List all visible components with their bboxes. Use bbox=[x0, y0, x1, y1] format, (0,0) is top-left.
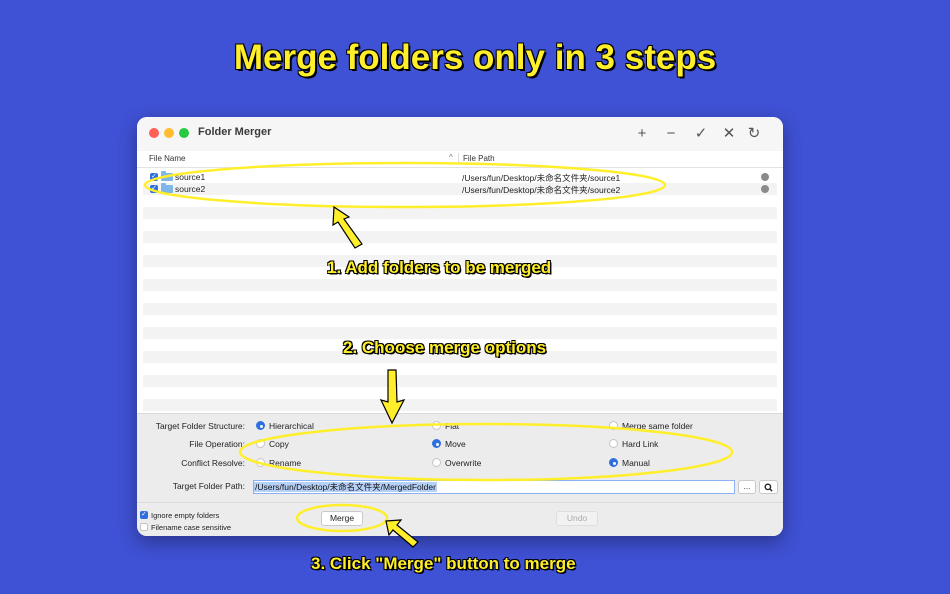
checkbox-icon bbox=[140, 510, 148, 519]
column-file-path[interactable]: File Path bbox=[463, 154, 495, 163]
radio-unselected-icon bbox=[609, 439, 618, 448]
merge-button[interactable]: Merge bbox=[321, 511, 363, 526]
table-header: File Name ^ File Path bbox=[137, 151, 783, 168]
reveal-in-finder-icon[interactable] bbox=[761, 185, 769, 193]
checkbox-icon bbox=[140, 523, 148, 531]
radio-unselected-icon bbox=[256, 439, 265, 448]
row-file-path: /Users/fun/Desktop/未命名文件夹/source2 bbox=[462, 185, 621, 195]
radio-selected-icon bbox=[432, 439, 441, 448]
footer-bar: Ignore empty folders Filename case sensi… bbox=[137, 502, 783, 536]
empty-row bbox=[143, 279, 777, 291]
empty-row bbox=[143, 207, 777, 219]
headline: Merge folders only in 3 steps bbox=[233, 38, 717, 77]
clear-icon[interactable]: ✕ bbox=[718, 123, 740, 145]
radio-selected-icon bbox=[609, 458, 618, 467]
radio-selected-icon bbox=[256, 421, 265, 430]
radio-unselected-icon bbox=[432, 421, 441, 430]
reveal-in-finder-icon[interactable] bbox=[761, 173, 769, 181]
add-icon[interactable]: + bbox=[631, 123, 653, 145]
column-file-name[interactable]: File Name bbox=[149, 154, 185, 163]
target-path-label: Target Folder Path: bbox=[172, 481, 245, 491]
zoom-window-button[interactable] bbox=[179, 128, 189, 138]
folder-icon bbox=[161, 171, 173, 181]
empty-row bbox=[143, 399, 777, 411]
empty-row bbox=[143, 375, 777, 387]
conflict-label: Conflict Resolve: bbox=[181, 458, 245, 468]
row-file-name: source2 bbox=[175, 184, 206, 194]
folder-icon bbox=[161, 183, 173, 193]
refresh-icon[interactable]: ↻ bbox=[743, 123, 765, 145]
browse-button[interactable]: ... bbox=[738, 480, 756, 494]
app-window: Folder Merger + − ✓ ✕ ↻ File Name ^ File… bbox=[137, 117, 783, 536]
radio-unselected-icon bbox=[432, 458, 441, 467]
callout-step3: 3. Click "Merge" button to merge bbox=[311, 554, 576, 573]
operation-label: File Operation: bbox=[189, 439, 245, 449]
table-row[interactable]: ✓ source2 /Users/fun/Desktop/未命名文件夹/sour… bbox=[143, 183, 777, 195]
search-icon bbox=[764, 483, 773, 492]
sort-indicator-icon: ^ bbox=[449, 153, 453, 162]
target-path-value: /Users/fun/Desktop/未命名文件夹/MergedFolder bbox=[254, 482, 437, 492]
row-file-name: source1 bbox=[175, 172, 206, 182]
target-path-field[interactable]: /Users/fun/Desktop/未命名文件夹/MergedFolder bbox=[253, 480, 735, 494]
reveal-target-button[interactable] bbox=[759, 480, 778, 494]
undo-button[interactable]: Undo bbox=[556, 511, 598, 526]
remove-icon[interactable]: − bbox=[660, 123, 682, 145]
callout-step2: 2. Choose merge options bbox=[343, 338, 547, 357]
folder-list[interactable]: ✓ source1 /Users/fun/Desktop/未命名文件夹/sour… bbox=[143, 169, 777, 413]
check-icon[interactable]: ✓ bbox=[690, 123, 712, 145]
title-bar: Folder Merger + − ✓ ✕ ↻ bbox=[137, 117, 783, 152]
callout-step1: 1. Add folders to be merged bbox=[327, 258, 552, 277]
empty-row bbox=[143, 231, 777, 243]
merge-options-panel: Target Folder Structure: Hierarchical Fl… bbox=[137, 413, 783, 503]
row-checkbox[interactable]: ✓ bbox=[150, 185, 158, 193]
radio-unselected-icon bbox=[609, 421, 618, 430]
row-checkbox[interactable]: ✓ bbox=[150, 173, 158, 181]
table-row[interactable]: ✓ source1 /Users/fun/Desktop/未命名文件夹/sour… bbox=[143, 171, 777, 183]
structure-label: Target Folder Structure: bbox=[155, 421, 245, 431]
empty-row bbox=[143, 303, 777, 315]
close-window-button[interactable] bbox=[149, 128, 159, 138]
radio-unselected-icon bbox=[256, 458, 265, 467]
column-divider[interactable] bbox=[458, 153, 459, 165]
window-title: Folder Merger bbox=[198, 126, 272, 138]
minimize-window-button[interactable] bbox=[164, 128, 174, 138]
